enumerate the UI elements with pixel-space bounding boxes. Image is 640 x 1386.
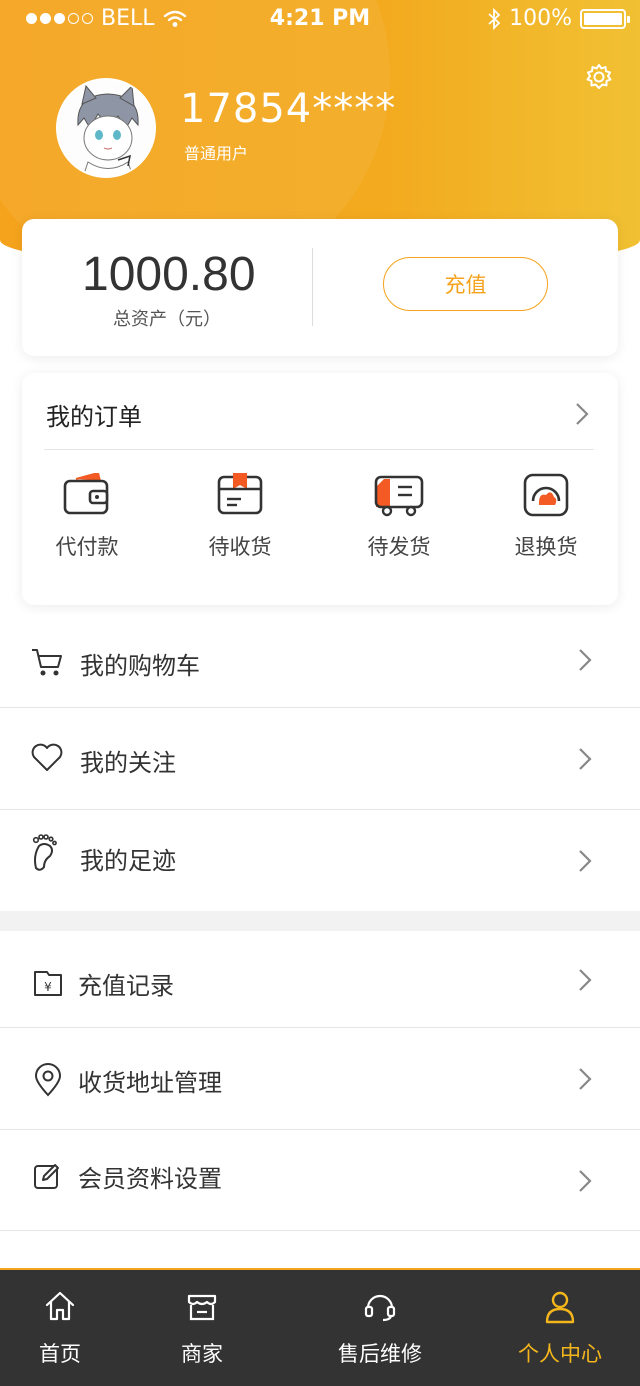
recharge-record-icon: ¥ <box>34 971 62 996</box>
total-assets-amount: 1000.80 <box>82 248 256 301</box>
menu-item-label: 会员资料设置 <box>78 1165 222 1193</box>
menu-item-address-management[interactable]: 收货地址管理 <box>0 1028 640 1130</box>
order-item-label: 退换货 <box>514 535 578 559</box>
username: 17854**** <box>180 86 397 132</box>
divider <box>44 449 594 450</box>
tab-after-sales[interactable]: 售后维修 <box>315 1270 445 1386</box>
menu-item-footprints[interactable]: 我的足迹 <box>0 810 640 911</box>
footprint-icon <box>32 834 57 871</box>
chevron-right-icon <box>579 969 592 991</box>
user-level: 普通用户 <box>184 144 249 163</box>
wallet-icon <box>63 473 109 515</box>
bluetooth-icon <box>488 7 501 30</box>
battery-percent: 100% <box>509 6 572 31</box>
order-to-ship[interactable]: 待发货 <box>339 473 459 561</box>
menu-item-label: 收货地址管理 <box>78 1069 222 1097</box>
location-icon <box>34 1063 62 1097</box>
edit-icon <box>34 1164 59 1189</box>
tab-home[interactable]: 首页 <box>0 1270 120 1386</box>
menu-item-following[interactable]: 我的关注 <box>0 708 640 810</box>
menu-item-recharge-records[interactable]: ¥ 充值记录 <box>0 931 640 1028</box>
order-item-label: 代付款 <box>55 535 119 559</box>
my-orders-title[interactable]: 我的订单 <box>46 397 142 432</box>
svg-text:¥: ¥ <box>44 980 52 994</box>
my-orders-card: 我的订单 代付款 待收货 待发货 退换货 <box>22 373 618 605</box>
order-item-label: 待收货 <box>208 535 272 559</box>
truck-icon <box>374 475 424 517</box>
assets-card: 1000.80 总资产（元） 充值 <box>22 219 618 356</box>
home-icon <box>45 1291 75 1321</box>
settings-gear-icon[interactable] <box>585 63 613 91</box>
order-pending-payment[interactable]: 代付款 <box>27 473 147 561</box>
menu-item-label: 我的足迹 <box>80 847 176 875</box>
menu-item-label: 充值记录 <box>78 972 174 1000</box>
user-icon <box>545 1291 575 1324</box>
menu-item-label: 我的关注 <box>80 749 176 777</box>
heart-icon <box>31 743 63 771</box>
status-bar: BELL 4:21 PM 100% <box>0 0 640 40</box>
tab-label: 售后维修 <box>338 1342 422 1366</box>
tab-label: 首页 <box>39 1342 81 1366</box>
avatar-illustration <box>58 80 154 176</box>
tab-merchants[interactable]: 商家 <box>142 1270 262 1386</box>
chevron-right-icon <box>579 748 592 770</box>
order-returns[interactable]: 退换货 <box>486 473 606 561</box>
store-icon <box>187 1294 217 1321</box>
chevron-right-icon <box>579 649 592 671</box>
chevron-right-icon[interactable] <box>574 401 590 427</box>
tab-profile[interactable]: 个人中心 <box>500 1270 620 1386</box>
avatar[interactable] <box>56 78 156 178</box>
chevron-right-icon <box>579 1068 592 1090</box>
status-right: 100% <box>487 6 630 31</box>
battery-icon <box>580 8 630 29</box>
package-icon <box>217 473 263 515</box>
cart-icon <box>32 649 62 676</box>
order-item-label: 待发货 <box>367 535 431 559</box>
tab-label: 个人中心 <box>518 1342 602 1366</box>
tab-label: 商家 <box>181 1342 223 1366</box>
headset-icon <box>364 1294 396 1322</box>
return-icon <box>523 473 569 517</box>
divider <box>312 248 313 326</box>
bottom-tab-bar: 首页 商家 售后维修 个人中心 <box>0 1268 640 1386</box>
chevron-right-icon <box>579 1170 592 1192</box>
order-to-receive[interactable]: 待收货 <box>180 473 300 561</box>
recharge-button[interactable]: 充值 <box>383 257 548 311</box>
menu-item-cart[interactable]: 我的购物车 <box>0 610 640 708</box>
total-assets-label: 总资产（元） <box>113 309 221 330</box>
section-separator <box>0 911 640 931</box>
menu-item-label: 我的购物车 <box>80 652 200 680</box>
menu-item-member-settings[interactable]: 会员资料设置 <box>0 1130 640 1231</box>
chevron-right-icon <box>579 850 592 872</box>
